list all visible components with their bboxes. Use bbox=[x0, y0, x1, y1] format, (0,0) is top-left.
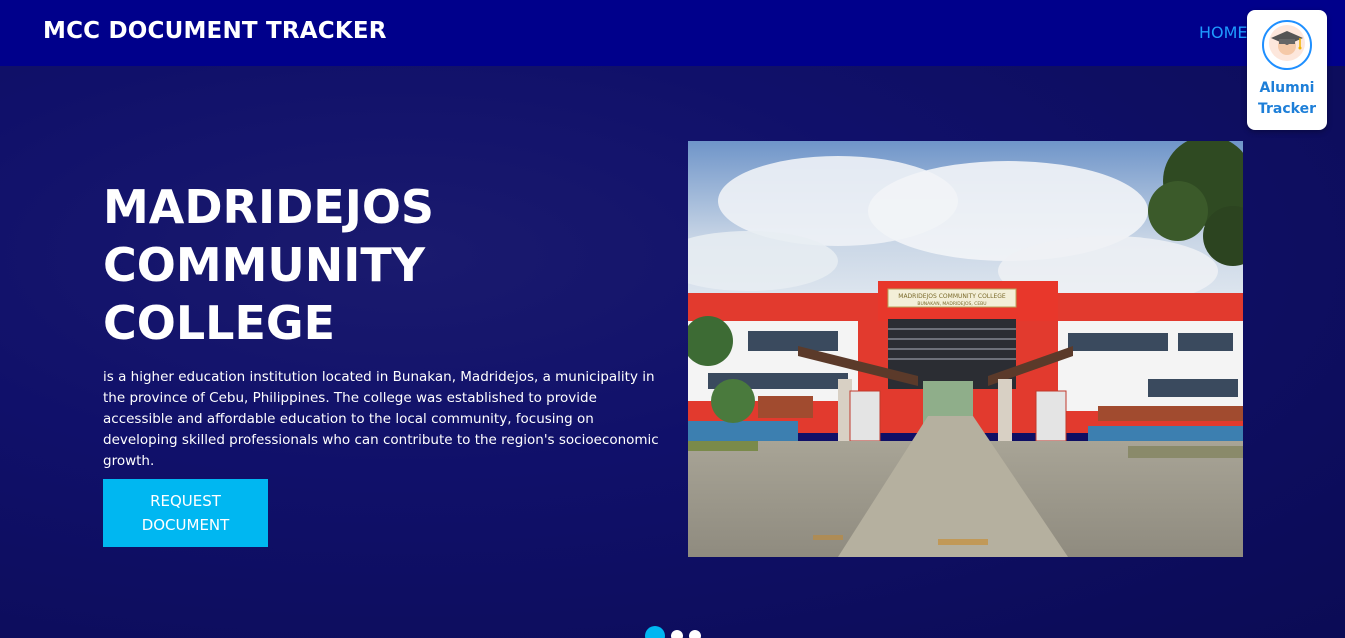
alumni-avatar bbox=[1262, 20, 1312, 70]
carousel-dot-1[interactable] bbox=[645, 626, 665, 638]
top-navbar: MCC DOCUMENT TRACKER HOME bbox=[0, 0, 1345, 66]
carousel-dot-2[interactable] bbox=[671, 630, 683, 638]
photo-sign-line1: MADRIDEJOS COMMUNITY COLLEGE bbox=[898, 293, 1006, 300]
carousel-dot-3[interactable] bbox=[689, 630, 701, 638]
alumni-tracker-label: Alumni Tracker bbox=[1258, 80, 1316, 117]
hero-description: is a higher education institution locate… bbox=[103, 369, 659, 469]
hero-title: MADRIDEJOS COMMUNITY COLLEGE bbox=[103, 180, 435, 350]
photo-sign-line2: BUNAKAN, MADRIDEJOS, CEBU bbox=[917, 301, 986, 307]
graduation-cap-icon bbox=[1267, 23, 1307, 68]
college-building-photo: MADRIDEJOS COMMUNITY COLLEGE BUNAKAN, MA… bbox=[688, 141, 1243, 557]
brand-title[interactable]: MCC DOCUMENT TRACKER bbox=[43, 18, 387, 44]
nav-home-link[interactable]: HOME bbox=[1199, 23, 1248, 42]
request-document-button[interactable]: REQUEST DOCUMENT bbox=[103, 479, 268, 547]
alumni-tracker-button[interactable]: Alumni Tracker bbox=[1247, 10, 1327, 130]
